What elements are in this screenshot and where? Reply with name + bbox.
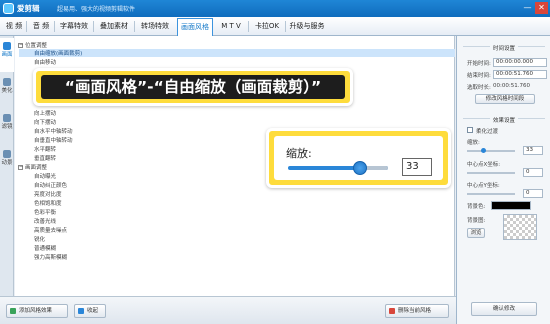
center-y-slider[interactable]: [467, 193, 515, 195]
filter-icon: [3, 114, 11, 122]
modify-time-button[interactable]: 修改风格时间段: [475, 94, 535, 104]
zoom-value-field[interactable]: 33: [523, 146, 543, 155]
list-item[interactable]: 锐化: [34, 235, 45, 243]
style-category-tabs: 画面 美化 滤镜 动景: [0, 36, 14, 296]
list-item[interactable]: 亮度对比度: [34, 190, 62, 198]
effect-settings-title: 效果设置: [457, 116, 550, 124]
list-item[interactable]: 自由移动: [34, 58, 56, 66]
menu-transition-effects[interactable]: 转场特效: [137, 17, 173, 36]
sidetab-filter[interactable]: 滤镜: [0, 110, 14, 144]
confirm-modify-button[interactable]: 确认修改: [471, 302, 537, 316]
zoom-magnified-value[interactable]: 33: [402, 158, 432, 176]
list-item[interactable]: 色相饱和度: [34, 199, 62, 207]
app-name: 爱剪辑: [17, 4, 40, 13]
list-item[interactable]: 高质量去噪点: [34, 226, 67, 234]
menu-overlay-materials[interactable]: 叠加素材: [96, 17, 132, 36]
list-item-free-zoom[interactable]: 自由缩放(画面裁剪): [19, 49, 455, 57]
menu-picture-style[interactable]: 画面风格: [177, 18, 213, 36]
end-time-label: 结束时间:: [467, 73, 491, 79]
list-item[interactable]: 自垂直中轴转动: [34, 136, 73, 144]
minimize-button[interactable]: —: [521, 2, 534, 14]
zoom-magnified-slider[interactable]: [288, 161, 388, 175]
add-style-button[interactable]: 添加风格效果: [6, 304, 68, 318]
center-y-label: 中心点Y坐标:: [467, 183, 500, 189]
end-time-field[interactable]: 00:00:51.760: [493, 70, 547, 79]
bg-image-label: 背景图:: [467, 218, 486, 224]
menu-mtv[interactable]: M T V: [216, 17, 246, 36]
collapse-icon: [78, 308, 84, 314]
title-bar: 爱剪辑 超易用、强大的视频剪辑软件 — ✕: [0, 0, 550, 17]
bg-image-preview: [503, 214, 537, 240]
center-x-slider[interactable]: [467, 172, 515, 174]
bg-color-label: 背景色:: [467, 204, 486, 210]
center-y-field[interactable]: 0: [523, 189, 543, 198]
browse-button[interactable]: 浏览: [467, 228, 485, 238]
collapse-icon: −: [18, 164, 24, 170]
add-icon: [10, 308, 16, 314]
duration-label: 选取时长:: [467, 85, 491, 91]
annotation-text: “画面风格”-“自由缩放（画面裁剪）”: [41, 75, 345, 99]
group-picture-adjust[interactable]: − 画面调整: [18, 163, 47, 171]
start-time-label: 开始时间:: [467, 61, 491, 67]
list-item[interactable]: 强力高斯模糊: [34, 253, 67, 261]
menu-karaoke[interactable]: 卡拉OK: [251, 17, 283, 36]
menu-upgrade-service[interactable]: 升级与服务: [288, 17, 326, 36]
group-position-adjust[interactable]: − 位置调整: [18, 41, 47, 49]
app-logo-icon: [3, 3, 14, 14]
list-item[interactable]: 水平翻转: [34, 145, 56, 153]
list-action-bar: 添加风格效果 收起 删除当前风格: [0, 296, 456, 324]
zoom-magnified-label: 缩放:: [286, 147, 312, 160]
list-item[interactable]: 色彩平衡: [34, 208, 56, 216]
center-x-field[interactable]: 0: [523, 168, 543, 177]
start-time-field[interactable]: 00:00:00.000: [493, 58, 547, 67]
list-item[interactable]: 改善光线: [34, 217, 56, 225]
time-settings-title: 时间设置: [457, 44, 550, 52]
sidetab-beautify[interactable]: 美化: [0, 74, 14, 108]
menu-subtitle-effects[interactable]: 字幕特效: [57, 17, 91, 36]
zoom-magnifier-inner: 缩放: 33: [274, 136, 443, 180]
soft-transition-checkbox[interactable]: [467, 127, 473, 133]
app-slogan: 超易用、强大的视频剪辑软件: [57, 6, 136, 13]
soft-transition-label: 柔化过渡: [476, 129, 499, 135]
zoom-slider-knob[interactable]: [481, 148, 486, 153]
delete-icon: [389, 308, 395, 314]
image-icon: [3, 42, 11, 50]
center-x-label: 中心点X坐标:: [467, 162, 501, 168]
list-item[interactable]: 自水平中轴转动: [34, 127, 73, 135]
zoom-magnified-knob[interactable]: [353, 161, 367, 175]
settings-panel: 时间设置 开始时间: 00:00:00.000 结束时间: 00:00:51.7…: [456, 36, 550, 324]
list-item[interactable]: 向下摆动: [34, 118, 56, 126]
list-item[interactable]: 垂直翻转: [34, 154, 56, 162]
zoom-magnifier: 缩放: 33: [266, 128, 451, 188]
sidetab-motion[interactable]: 动景: [0, 146, 14, 180]
list-item[interactable]: 自动纠正颜色: [34, 181, 67, 189]
close-button[interactable]: ✕: [535, 2, 548, 14]
sidetab-picture[interactable]: 画面: [0, 38, 14, 72]
list-item[interactable]: 向上摆动: [34, 109, 56, 117]
collapse-icon: −: [18, 42, 24, 48]
delete-style-button[interactable]: 删除当前风格: [385, 304, 449, 318]
zoom-slider[interactable]: [467, 150, 515, 152]
bg-color-picker[interactable]: [491, 201, 531, 210]
motion-icon: [3, 150, 11, 158]
list-item[interactable]: 自动曝光: [34, 172, 56, 180]
annotation-callout: “画面风格”-“自由缩放（画面裁剪）”: [33, 68, 353, 106]
brush-icon: [3, 78, 11, 86]
menu-video[interactable]: 视 频: [4, 17, 24, 36]
list-item[interactable]: 普通模糊: [34, 244, 56, 252]
collapse-button[interactable]: 收起: [74, 304, 106, 318]
duration-value: 00:00:51.760: [493, 83, 530, 89]
main-menu: 视 频 音 频 字幕特效 叠加素材 转场特效 画面风格 M T V 卡拉OK 升…: [0, 17, 550, 36]
zoom-label: 缩放:: [467, 140, 480, 146]
menu-audio[interactable]: 音 频: [30, 17, 52, 36]
